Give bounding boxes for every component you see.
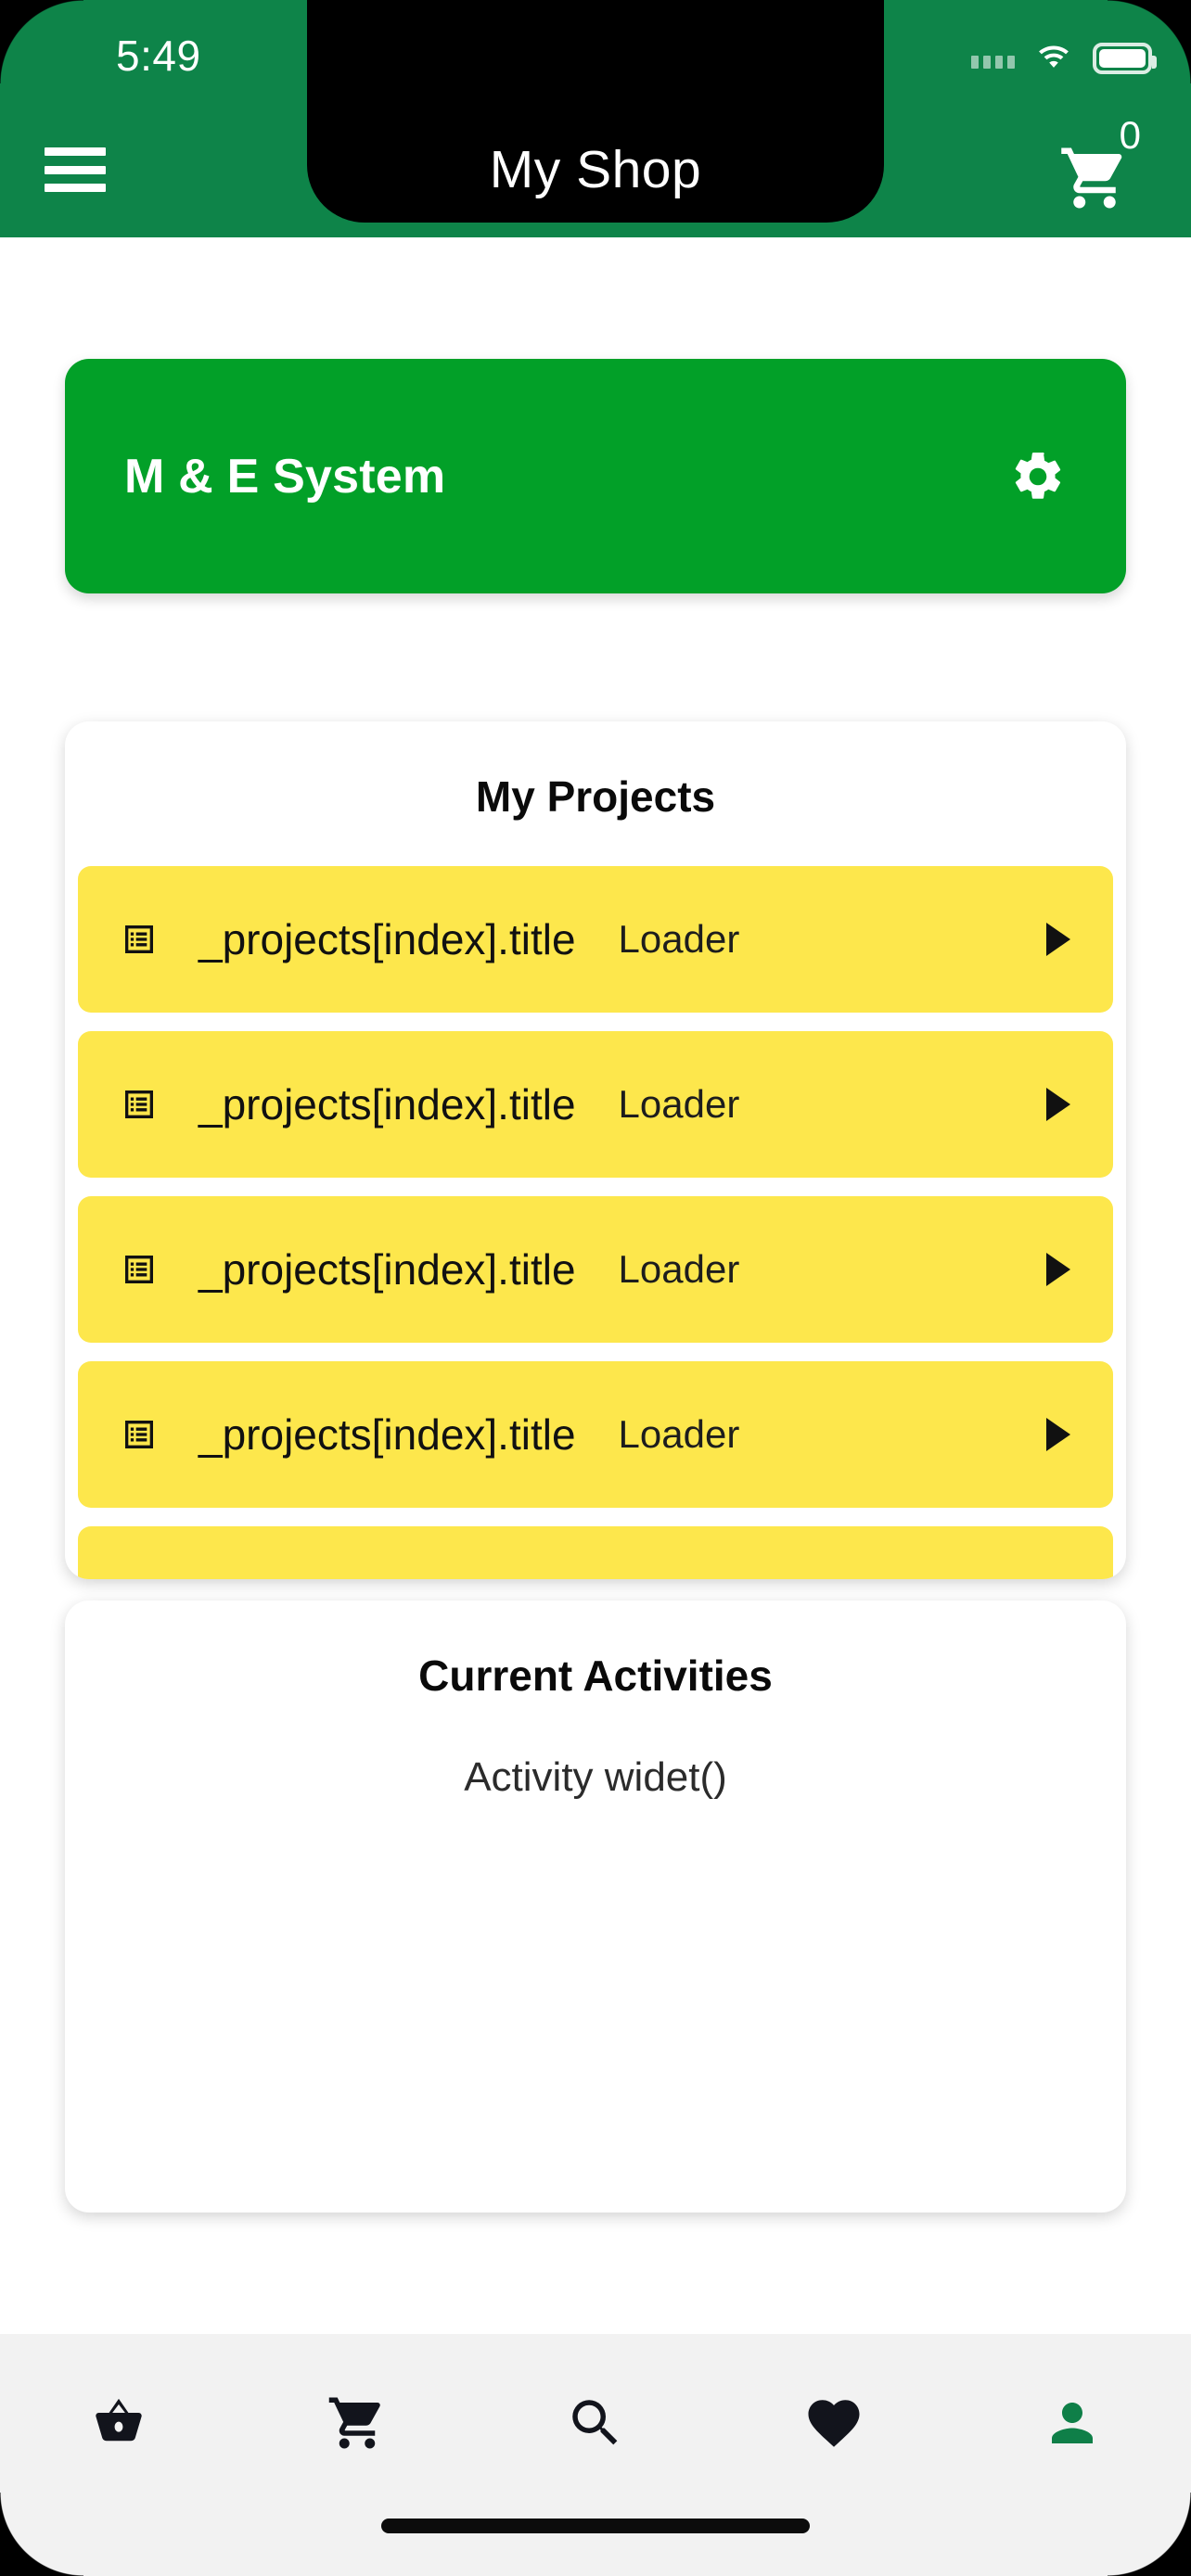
home-indicator[interactable] [381,2519,810,2533]
project-list-item[interactable]: _projects[index].title Loader [78,1361,1113,1508]
battery-full-icon [1093,43,1157,74]
project-list-item[interactable]: _projects[index].title Loader [78,1031,1113,1178]
project-list: _projects[index].title Loader _projects[… [65,866,1126,1579]
current-activities-title: Current Activities [418,1651,773,1700]
bottom-nav-items [0,2367,1191,2479]
status-bar: 5:49 [0,0,1191,102]
page-title: My Shop [489,140,702,199]
project-list-item[interactable]: _projects[index].title Loader [78,1526,1113,1579]
cart-badge: 0 [1119,113,1141,157]
play-arrow-icon[interactable] [1046,1253,1070,1286]
nav-item-favourites[interactable] [714,2367,953,2479]
shopping-basket-icon [96,2398,143,2442]
list-view-icon [125,1090,153,1118]
current-activities-body: Activity widet() [464,1754,727,1800]
project-status: Loader [618,1082,740,1126]
heart-icon [808,2400,860,2447]
search-icon [572,2400,618,2445]
list-view-icon [125,1421,153,1448]
project-title: _projects[index].title [198,1080,576,1129]
play-arrow-icon[interactable] [1046,923,1070,956]
project-title: _projects[index].title [198,1245,576,1294]
status-bar-time: 5:49 [116,32,201,80]
app-bar-row: My Shop 0 [0,102,1191,237]
project-list-item[interactable]: _projects[index].title Loader [78,1196,1113,1343]
nav-item-search[interactable] [477,2367,715,2479]
project-status: Loader [618,1247,740,1291]
phone-screen: 5:49 My Shop 0 M & E System My Projects … [0,0,1191,2576]
signal-dots-icon [971,48,1015,69]
list-view-icon [125,1256,153,1283]
me-system-title: M & E System [124,449,446,504]
project-status: Loader [619,1577,740,1579]
current-activities-card: Current Activities Activity widet() [65,1600,1126,2213]
my-projects-card: My Projects _projects[index].title Loade… [65,721,1126,1579]
play-arrow-icon[interactable] [1046,1088,1070,1121]
person-icon [1051,2403,1093,2443]
project-status: Loader [618,1412,740,1456]
list-view-icon [125,925,153,953]
project-status: Loader [618,917,740,961]
nav-item-shop[interactable] [0,2367,238,2479]
play-arrow-icon[interactable] [1046,1418,1070,1451]
cart-button[interactable]: 0 [1050,116,1146,218]
project-title: _projects[index].title [198,1410,576,1459]
project-title: _projects[index].title [198,915,576,963]
shopping-cart-icon [328,2397,380,2449]
page-content: M & E System My Projects _projects[index… [0,237,1191,2334]
me-system-card[interactable]: M & E System [65,359,1126,593]
wifi-icon [1039,45,1069,68]
gear-icon[interactable] [1009,448,1067,505]
my-projects-title: My Projects [475,772,716,821]
project-list-item[interactable]: _projects[index].title Loader [78,866,1113,1013]
nav-item-profile[interactable] [953,2367,1191,2479]
project-title: _projects[index].title [198,1575,576,1579]
nav-item-cart[interactable] [238,2367,477,2479]
bottom-navigation-bar [0,2334,1191,2576]
status-bar-indicators [971,35,1157,82]
